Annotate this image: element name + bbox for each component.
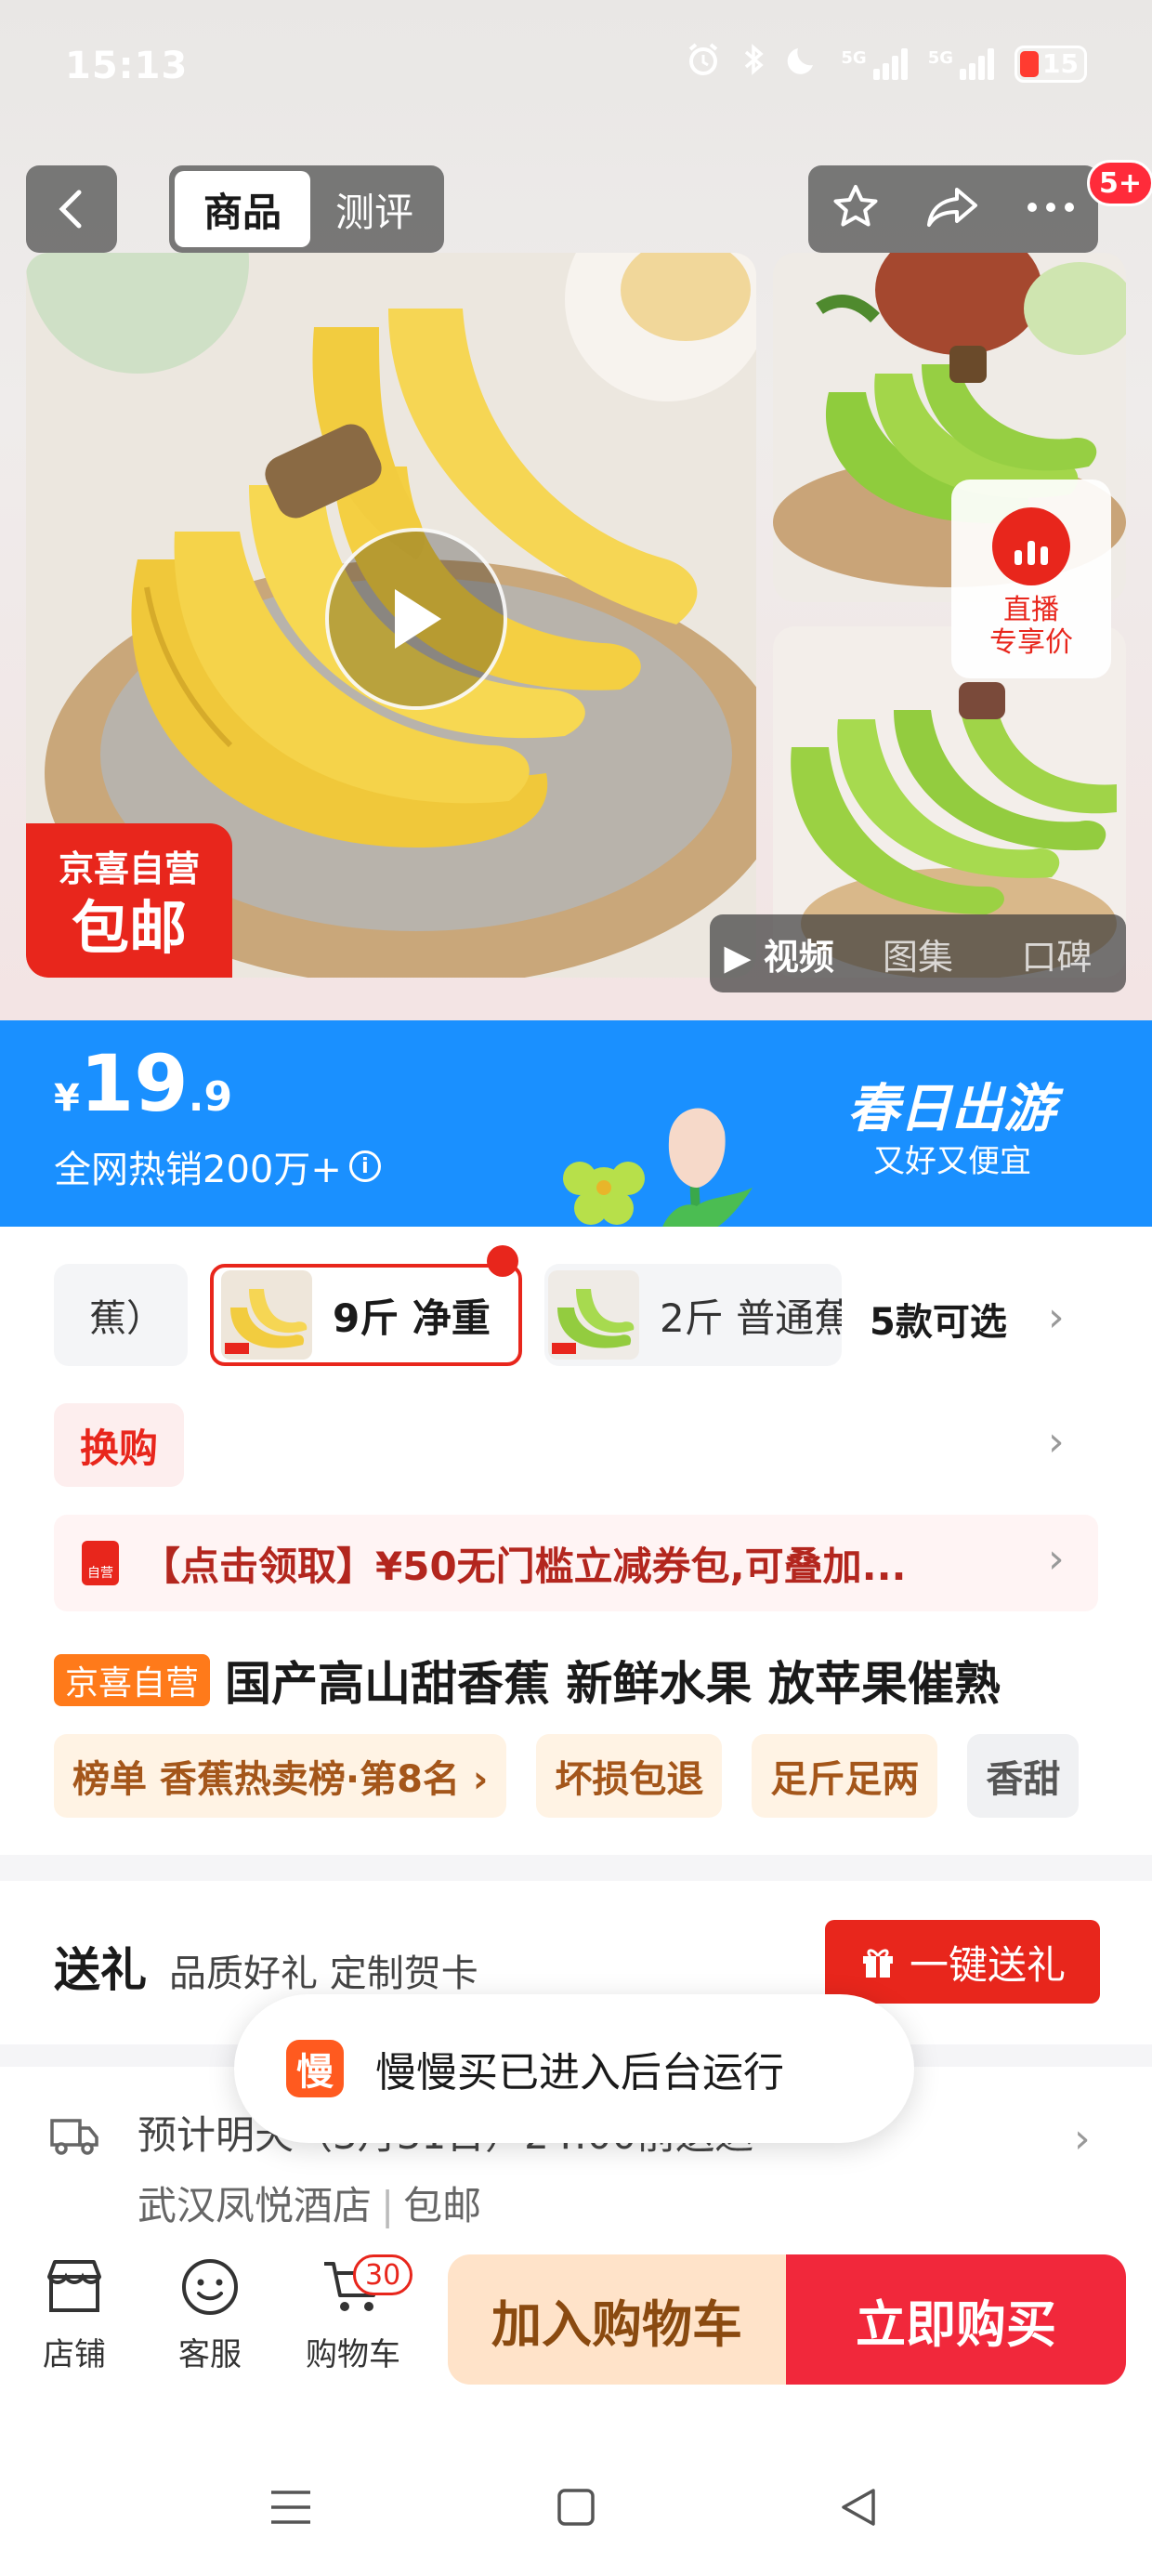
- shop-button[interactable]: 店铺: [19, 2256, 130, 2374]
- chevron-left-icon: [59, 190, 82, 229]
- chevron-right-icon[interactable]: ›: [1048, 1294, 1065, 1341]
- chevron-right-icon[interactable]: ›: [1074, 2115, 1091, 2162]
- page-tab-switch: 商品 测评: [169, 165, 444, 253]
- battery-icon: 15: [1015, 45, 1087, 83]
- media-tabs: ▶ 视频 图集 口碑: [710, 914, 1126, 992]
- app-icon: 慢: [286, 2040, 344, 2097]
- background-toast: 慢 慢慢买已进入后台运行: [234, 1994, 914, 2143]
- play-icon: [395, 589, 441, 649]
- bluetooth-icon: [742, 41, 766, 86]
- back-button[interactable]: [26, 165, 117, 253]
- gift-title: 送礼: [54, 1943, 147, 1997]
- price: ¥ 19 .9: [54, 1038, 233, 1129]
- signal-icon-2: 5G: [928, 47, 994, 80]
- tag-sweet: 香甜: [967, 1734, 1080, 1818]
- tab-goods[interactable]: 商品: [175, 171, 310, 247]
- status-time: 15:13: [65, 45, 189, 87]
- media-tab-gallery[interactable]: 图集: [848, 928, 987, 979]
- send-gift-button[interactable]: 一键送礼: [825, 1920, 1100, 2004]
- tag-damage-refund: 坏损包退: [536, 1734, 723, 1818]
- section-divider: [0, 1855, 1152, 1881]
- media-tab-video[interactable]: ▶ 视频: [710, 928, 848, 979]
- message-badge: 5+: [1087, 160, 1152, 206]
- live-icon: [992, 507, 1070, 585]
- sku-option-3[interactable]: 2斤 普通蕉: [544, 1264, 842, 1366]
- status-bar: 15:13 5G 5G 15: [0, 0, 1152, 139]
- cart-count-badge: 30: [353, 2254, 413, 2295]
- flower-decoration: [563, 1108, 753, 1227]
- sku-option-1[interactable]: 蕉）: [54, 1264, 188, 1366]
- delivery-truck-icon: [48, 2111, 100, 2162]
- sku-thumbnail-green: [548, 1270, 639, 1360]
- media-tab-reviews[interactable]: 口碑: [988, 928, 1126, 979]
- info-icon: i: [348, 1150, 381, 1182]
- self-operated-badge: 京喜自营: [54, 1654, 211, 1706]
- more-icon[interactable]: [1025, 200, 1077, 218]
- chevron-right-icon[interactable]: ›: [1048, 1418, 1065, 1465]
- home-nav-icon[interactable]: [556, 2487, 596, 2531]
- coupon-bar[interactable]: 自营 【点击领取】¥50无门槛立减券包,可叠加... ›: [54, 1515, 1098, 1611]
- product-title-row: 京喜自营 国产高山甜香蕉 新鲜水果 放苹果催熟: [54, 1647, 1152, 1714]
- gift-icon: [862, 1949, 893, 1978]
- live-price-entry[interactable]: 直播 专享价: [951, 480, 1111, 678]
- product-detail-page: 15:13 5G 5G 15 商品 测评 5+ 京喜自营 包邮 直播 专享价 ▶…: [0, 0, 1152, 2576]
- moon-icon: [787, 43, 820, 85]
- service-face-icon: [182, 2259, 238, 2315]
- signal-icon-1: 5G: [841, 47, 908, 80]
- swap-purchase-tag[interactable]: 换购: [54, 1403, 184, 1487]
- customer-service-button[interactable]: 客服: [154, 2256, 266, 2374]
- campaign-subtitle: 又好又便宜: [873, 1143, 1031, 1180]
- hot-sales[interactable]: 全网热销200万+ i: [54, 1139, 381, 1193]
- add-to-cart-button[interactable]: 加入购物车: [448, 2254, 786, 2385]
- selected-dot: [487, 1245, 518, 1277]
- system-nav-bar: [0, 2435, 1152, 2576]
- tab-review[interactable]: 测评: [310, 181, 439, 238]
- price-banner: ¥ 19 .9 全网热销200万+ i 春日出游 又好又便宜: [0, 1020, 1152, 1227]
- chevron-right-icon: ›: [1048, 1535, 1065, 1583]
- tag-ranking[interactable]: 榜单 香蕉热卖榜·第8名 ›: [54, 1734, 507, 1818]
- share-icon[interactable]: [925, 184, 981, 234]
- shop-icon: [47, 2260, 101, 2312]
- sku-count[interactable]: 5款可选: [870, 1292, 1007, 1346]
- product-tags: 榜单 香蕉热卖榜·第8名 › 坏损包退 足斤足两 香甜: [54, 1734, 1152, 1818]
- gift-section: 送礼 品质好礼 定制贺卡: [54, 1933, 478, 2000]
- play-video-button[interactable]: [325, 528, 507, 710]
- alarm-icon: [685, 41, 722, 86]
- tag-full-weight: 足斤足两: [752, 1734, 938, 1818]
- promo-badge: 京喜自营 包邮: [26, 823, 232, 978]
- status-icons: 5G 5G 15: [685, 41, 1087, 86]
- menu-nav-icon[interactable]: [269, 2487, 312, 2531]
- top-actions: [808, 165, 1098, 253]
- product-gallery: 15:13 5G 5G 15 商品 测评 5+ 京喜自营 包邮 直播 专享价 ▶…: [0, 0, 1152, 1020]
- coupon-icon: 自营: [82, 1541, 119, 1585]
- delivery-address[interactable]: 武汉凤悦酒店 | 包邮: [137, 2175, 481, 2231]
- campaign-title: 春日出游: [847, 1079, 1055, 1139]
- favorite-star-icon[interactable]: [830, 181, 882, 237]
- back-nav-icon[interactable]: [838, 2487, 879, 2531]
- sku-thumbnail-yellow: [221, 1270, 312, 1360]
- play-small-icon: ▶: [724, 936, 752, 978]
- product-title: 国产高山甜香蕉 新鲜水果 放苹果催熟: [225, 1657, 1001, 1711]
- sku-option-2-selected[interactable]: 9斤 净重: [210, 1264, 522, 1366]
- gift-subtitle: 品质好礼 定制贺卡: [169, 1952, 478, 1995]
- main-product-image[interactable]: 京喜自营 包邮: [26, 253, 756, 978]
- buy-now-button[interactable]: 立即购买: [786, 2254, 1126, 2385]
